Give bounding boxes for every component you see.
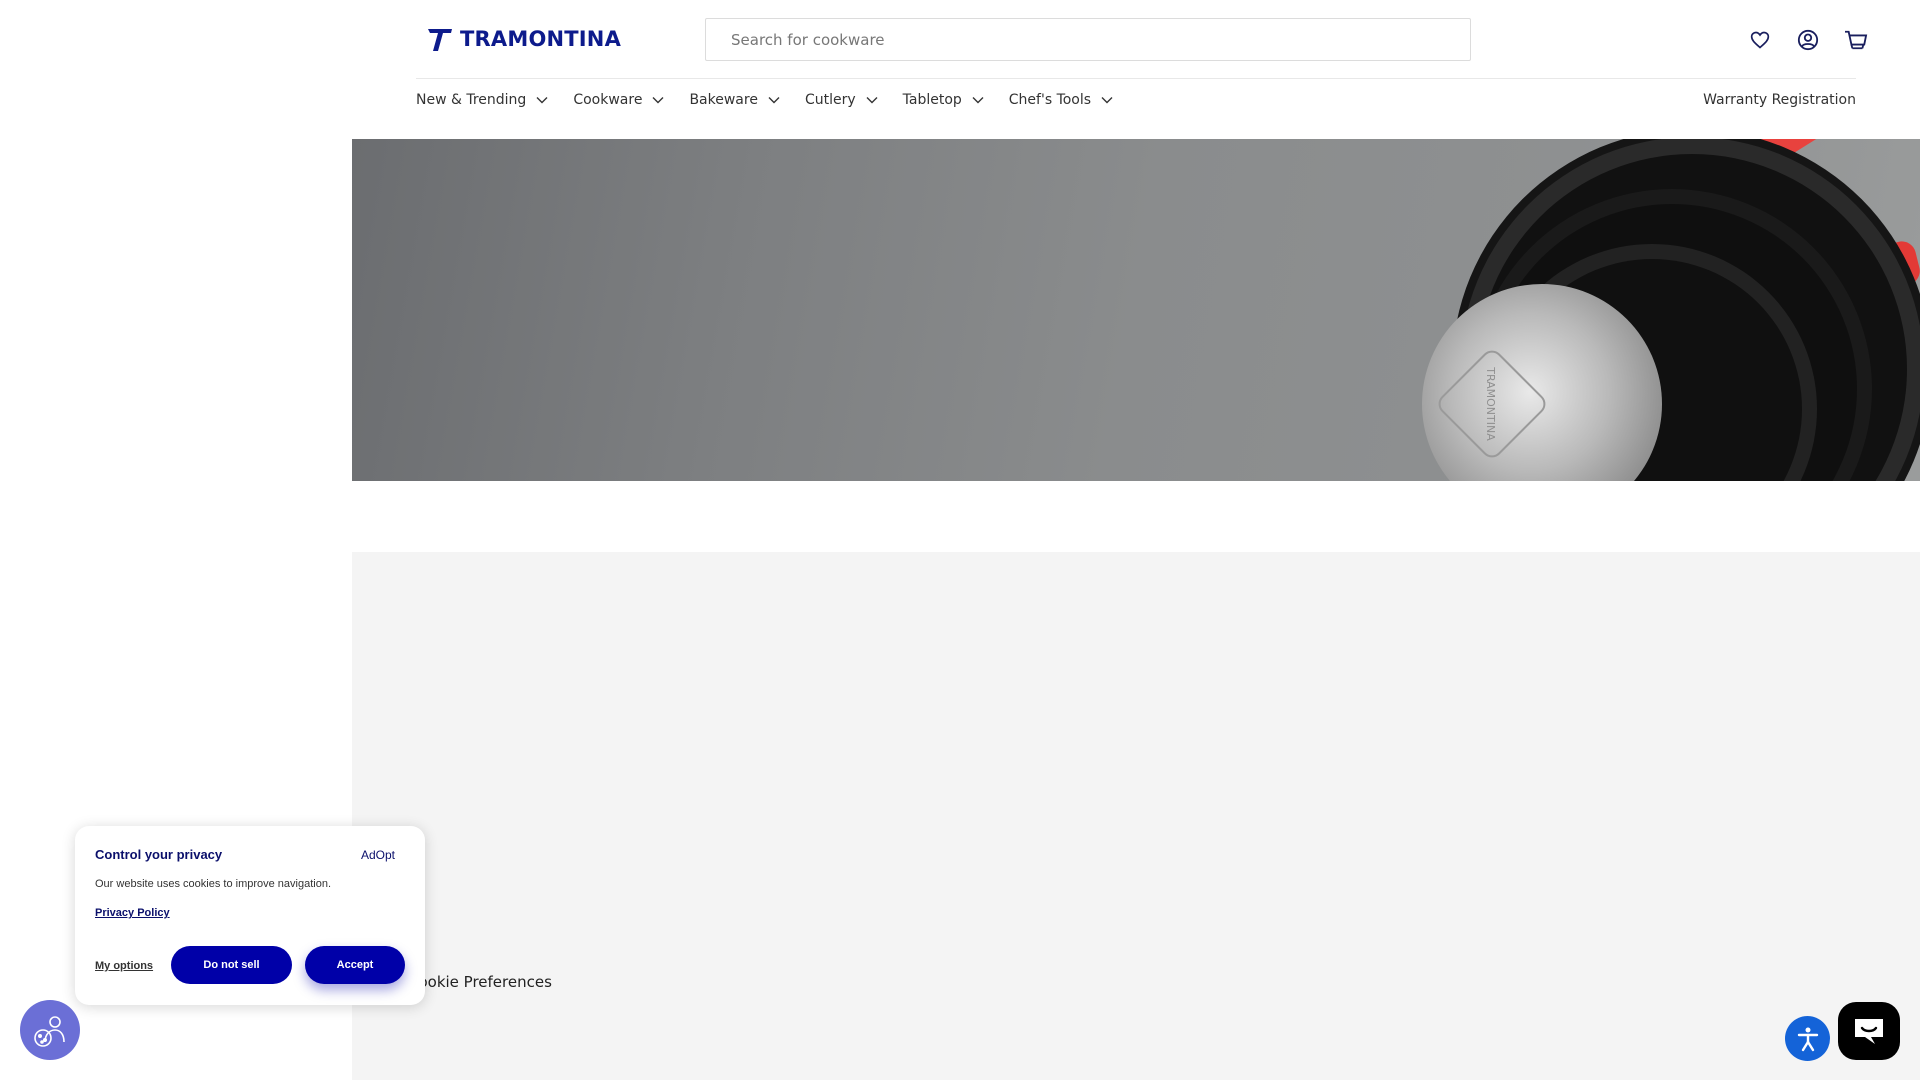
accept-button[interactable]: Accept <box>305 946 405 984</box>
nav-item-chefs-tools[interactable]: Chef's Tools <box>1009 90 1114 110</box>
chat-icon <box>1855 1019 1883 1044</box>
nav-item-label: Chef's Tools <box>1008 92 1092 108</box>
my-options-link[interactable]: My options <box>95 960 153 972</box>
nav-item-label: Cookware <box>573 92 643 108</box>
cookie-user-icon <box>34 1016 65 1047</box>
header-icons <box>1746 26 1870 54</box>
frying-pans-image: TRAMONTINA <box>1422 139 1920 481</box>
hero-banner[interactable]: TRAMONTINA <box>352 139 1920 481</box>
cookie-settings-badge[interactable] <box>20 1000 80 1060</box>
cookie-banner: Control your privacy AdOpt Our website u… <box>75 826 425 1005</box>
cookie-banner-text: Our website uses cookies to improve navi… <box>95 878 332 890</box>
main-nav: New & Trending Cookware Bakeware Cutlery… <box>416 90 1138 110</box>
chevron-down-icon <box>972 97 984 104</box>
heart-icon[interactable] <box>1746 26 1774 54</box>
chevron-down-icon <box>866 97 878 104</box>
nav-item-tabletop[interactable]: Tabletop <box>903 90 985 110</box>
pan-stamp: TRAMONTINA <box>1484 366 1497 441</box>
site-header: TRAMONTINA New & Trending <box>0 0 1920 139</box>
cart-icon[interactable] <box>1842 26 1870 54</box>
nav-item-label: New & Trending <box>416 92 527 108</box>
search-box[interactable] <box>705 18 1471 61</box>
chevron-down-icon <box>536 97 548 104</box>
header-divider <box>416 78 1856 79</box>
nav-item-label: Tabletop <box>902 92 962 108</box>
chevron-down-icon <box>768 97 780 104</box>
chevron-down-icon <box>1101 97 1113 104</box>
chat-button[interactable] <box>1838 1002 1900 1060</box>
privacy-policy-link[interactable]: Privacy Policy <box>95 907 170 919</box>
brand-name: TRAMONTINA <box>460 27 622 51</box>
cookie-preferences-link[interactable]: Cookie Preferences <box>408 973 552 991</box>
nav-item-label: Bakeware <box>689 92 758 108</box>
brand-logo[interactable]: TRAMONTINA <box>426 25 621 53</box>
search-input[interactable] <box>706 19 1470 60</box>
accessibility-icon <box>1797 1027 1818 1051</box>
warranty-registration-link[interactable]: Warranty Registration <box>1703 92 1856 108</box>
accessibility-button[interactable] <box>1785 1016 1830 1061</box>
nav-item-label: Cutlery <box>804 92 856 108</box>
tramontina-logo-icon <box>428 29 452 51</box>
account-icon[interactable] <box>1794 26 1822 54</box>
content-section <box>352 552 1920 1080</box>
cookie-banner-title: Control your privacy <box>95 847 223 862</box>
nav-item-new-trending[interactable]: New & Trending <box>416 90 549 110</box>
nav-item-cookware[interactable]: Cookware <box>573 90 665 110</box>
chevron-down-icon <box>652 97 664 104</box>
do-not-sell-button[interactable]: Do not sell <box>171 946 292 984</box>
nav-item-bakeware[interactable]: Bakeware <box>689 90 781 110</box>
cookie-banner-brand[interactable]: AdOpt <box>361 848 395 862</box>
nav-item-cutlery[interactable]: Cutlery <box>805 90 879 110</box>
